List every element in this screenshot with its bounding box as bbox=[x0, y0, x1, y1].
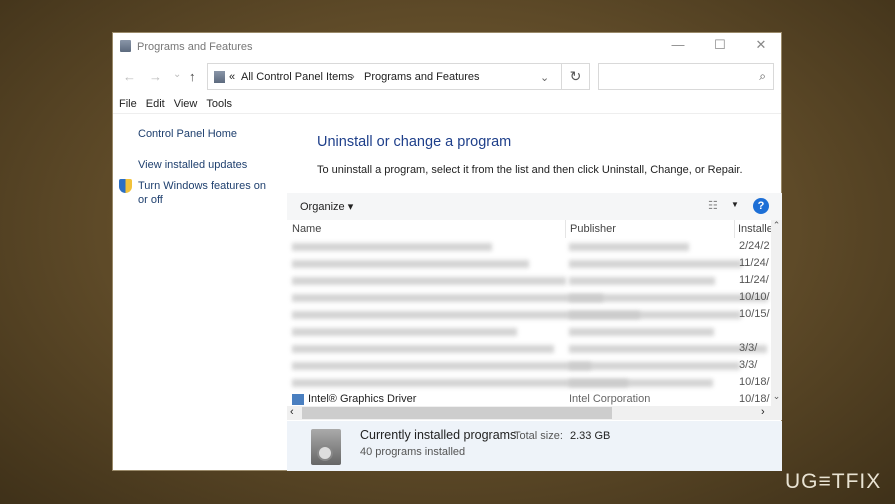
blurred-publisher bbox=[569, 311, 741, 319]
table-row[interactable]: 10/15/ bbox=[287, 306, 771, 323]
breadcrumb-all-control-panel-items[interactable]: All Control Panel Items bbox=[241, 71, 353, 83]
table-row[interactable]: 10/18/ bbox=[287, 374, 771, 391]
blurred-publisher bbox=[569, 345, 767, 353]
view-options-icon[interactable]: ☷ bbox=[708, 199, 718, 212]
program-count: 40 programs installed bbox=[360, 446, 466, 458]
column-name[interactable]: Name bbox=[292, 223, 321, 235]
window-title: Programs and Features bbox=[137, 41, 253, 53]
table-row[interactable]: 3/3/ bbox=[287, 357, 771, 374]
recent-locations-button[interactable]: ⌄ bbox=[173, 69, 181, 80]
sidebar-control-panel-home[interactable]: Control Panel Home bbox=[138, 127, 237, 141]
blurred-publisher bbox=[569, 379, 713, 387]
breadcrumb-programs-and-features[interactable]: Programs and Features bbox=[364, 71, 480, 83]
vertical-scrollbar[interactable]: ⌃ ⌄ bbox=[771, 220, 782, 406]
blurred-program-name bbox=[292, 345, 554, 353]
page-description: To uninstall a program, select it from t… bbox=[317, 164, 743, 176]
forward-button[interactable]: → bbox=[149, 69, 162, 84]
table-row[interactable] bbox=[287, 323, 771, 340]
back-button[interactable]: ← bbox=[123, 69, 136, 84]
breadcrumb-overflow[interactable]: « bbox=[229, 71, 235, 83]
program-name: Intel® Graphics Driver bbox=[308, 393, 417, 405]
scrollbar-thumb[interactable] bbox=[302, 407, 612, 419]
table-row[interactable]: 2/24/2 bbox=[287, 238, 771, 255]
program-list[interactable]: 2/24/2 11/24/11/24/10/10/10/15/3/3/3/3/10… bbox=[287, 238, 771, 406]
search-icon: ⌕ bbox=[759, 69, 766, 83]
column-divider[interactable] bbox=[565, 220, 566, 238]
sidebar-view-installed-updates[interactable]: View installed updates bbox=[138, 158, 247, 172]
install-date: 10/18/ bbox=[739, 376, 770, 388]
install-date: 10/18/ bbox=[739, 393, 770, 405]
scroll-up-icon[interactable]: ⌃ bbox=[771, 220, 782, 231]
column-divider[interactable] bbox=[734, 220, 735, 238]
minimize-button[interactable]: — bbox=[663, 37, 693, 55]
blurred-publisher bbox=[569, 277, 715, 285]
table-row[interactable]: Intel® Graphics Driver Intel Corporation 1… bbox=[287, 391, 771, 406]
menu-tools[interactable]: Tools bbox=[206, 98, 232, 110]
control-panel-icon bbox=[214, 71, 225, 83]
blurred-program-name bbox=[292, 362, 591, 370]
install-date: 2/24/2 bbox=[739, 240, 770, 252]
blurred-program-name bbox=[292, 260, 529, 268]
up-button[interactable]: ↑ bbox=[189, 69, 196, 84]
status-title: Currently installed programs bbox=[360, 428, 517, 442]
close-button[interactable]: ✕ bbox=[746, 37, 776, 55]
program-publisher: Intel Corporation bbox=[569, 393, 651, 405]
blurred-program-name bbox=[292, 277, 566, 285]
intel-driver-icon bbox=[292, 394, 304, 405]
blurred-program-name bbox=[292, 294, 603, 302]
scroll-down-icon[interactable]: ⌄ bbox=[771, 391, 782, 402]
install-date: 10/15/ bbox=[739, 308, 770, 320]
scroll-right-icon[interactable]: › bbox=[761, 406, 765, 418]
horizontal-scrollbar[interactable]: ‹ › bbox=[287, 406, 782, 420]
maximize-button[interactable]: ☐ bbox=[705, 37, 735, 55]
title-bar: Programs and Features — ☐ ✕ bbox=[113, 33, 781, 59]
install-date: 11/24/ bbox=[739, 257, 769, 269]
blurred-program-name bbox=[292, 243, 492, 251]
blurred-publisher bbox=[569, 243, 689, 251]
blurred-program-name bbox=[292, 328, 517, 336]
menu-edit[interactable]: Edit bbox=[146, 98, 165, 110]
table-row[interactable]: 3/3/ bbox=[287, 340, 771, 357]
table-row[interactable]: 11/24/ bbox=[287, 272, 771, 289]
install-date: 3/3/ bbox=[739, 342, 758, 354]
page-title: Uninstall or change a program bbox=[317, 134, 512, 150]
blurred-publisher bbox=[569, 362, 740, 370]
refresh-button[interactable]: ↻ bbox=[562, 63, 590, 90]
shield-icon bbox=[119, 179, 132, 193]
address-dropdown-icon[interactable]: ⌄ bbox=[540, 71, 549, 84]
install-date: 3/3/ bbox=[739, 359, 758, 371]
programs-and-features-window: Programs and Features — ☐ ✕ ← → ⌄ ↑ « Al… bbox=[112, 32, 782, 471]
address-bar[interactable]: « All Control Panel Items › Programs and… bbox=[207, 63, 562, 90]
table-row[interactable]: 11/24/ bbox=[287, 255, 771, 272]
search-input[interactable]: ⌕ bbox=[598, 63, 774, 90]
menu-bar: File Edit View Tools bbox=[119, 98, 241, 110]
programs-icon bbox=[311, 429, 341, 465]
menu-file[interactable]: File bbox=[119, 98, 137, 110]
control-panel-icon bbox=[120, 40, 131, 52]
breadcrumb-separator: › bbox=[351, 71, 355, 83]
column-publisher[interactable]: Publisher bbox=[570, 223, 616, 235]
column-headers: Name Publisher Installe bbox=[287, 220, 782, 238]
table-row[interactable]: 10/10/ bbox=[287, 289, 771, 306]
divider bbox=[113, 113, 781, 114]
menu-view[interactable]: View bbox=[174, 98, 198, 110]
total-size-value: 2.33 GB bbox=[570, 430, 611, 442]
watermark-logo: UG≡TFIX bbox=[785, 470, 882, 493]
install-date: 11/24/ bbox=[739, 274, 769, 286]
install-date: 10/10/ bbox=[739, 291, 770, 303]
toolbar: Organize ▾ ☷ ▼ ? bbox=[287, 193, 782, 220]
column-installed-on[interactable]: Installe bbox=[738, 223, 773, 235]
status-panel: Currently installed programs Total size:… bbox=[287, 421, 782, 471]
blurred-publisher bbox=[569, 328, 714, 336]
total-size-label: Total size: bbox=[514, 430, 563, 442]
sidebar-turn-windows-features[interactable]: Turn Windows features on or off bbox=[138, 179, 278, 207]
blurred-publisher bbox=[569, 260, 742, 268]
view-dropdown-icon[interactable]: ▼ bbox=[731, 200, 739, 209]
help-icon[interactable]: ? bbox=[753, 198, 769, 214]
scroll-left-icon[interactable]: ‹ bbox=[290, 406, 294, 418]
organize-button[interactable]: Organize ▾ bbox=[300, 200, 353, 213]
